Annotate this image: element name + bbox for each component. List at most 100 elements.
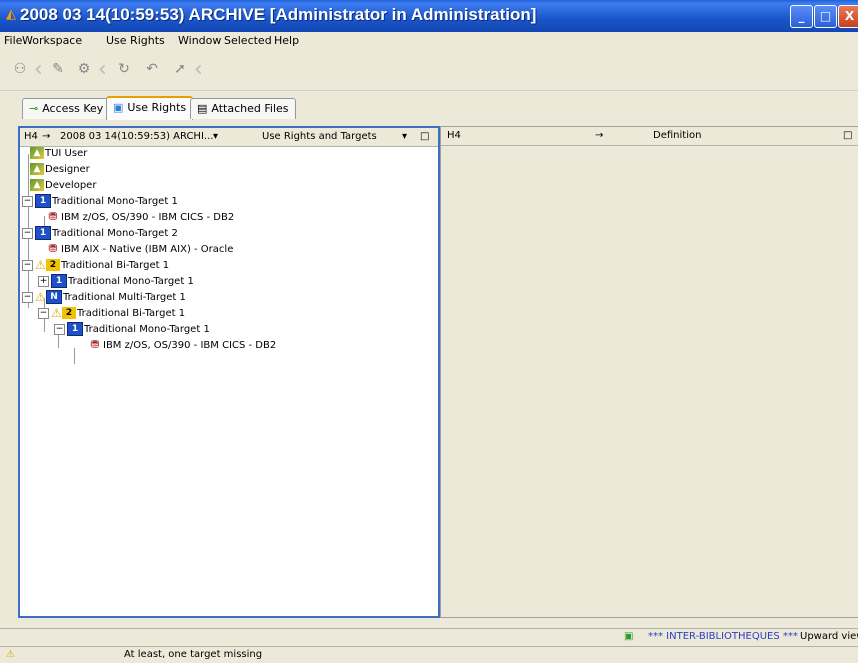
user-icon: ▲: [30, 163, 44, 175]
tree-item[interactable]: ▲ Developer: [30, 178, 96, 194]
tree-item[interactable]: ⛃ IBM z/OS, OS/390 - IBM CICS - DB2: [46, 210, 234, 226]
user-icon: ▲: [30, 179, 44, 191]
collapse-toggle[interactable]: −: [38, 307, 49, 319]
tree-item[interactable]: −1 Traditional Mono-Target 1: [22, 194, 178, 210]
app-icon: ◭: [6, 7, 16, 22]
tree-item-label: IBM z/OS, OS/390 - IBM CICS - DB2: [103, 340, 277, 351]
arrow-right-icon[interactable]: →: [42, 131, 50, 142]
tree-item-label: Traditional Bi-Target 1: [77, 308, 186, 319]
undo-icon[interactable]: ↶: [142, 59, 162, 79]
toolbar: ⚇ ‹ ✎ ⚙ ‹ ↻ ↶ ➚ ‹: [0, 50, 858, 91]
menu-bar: File Workspace Use Rights Window Selecte…: [0, 32, 858, 50]
maximize-panel-icon[interactable]: □: [420, 131, 429, 142]
tree-item-label: Traditional Mono-Target 1: [84, 324, 210, 335]
tab-label: Use Rights: [127, 101, 187, 114]
warning-icon: ⚠: [51, 306, 62, 320]
right-panel-header: H4 → Definition □: [441, 127, 858, 146]
collapse-toggle[interactable]: −: [22, 259, 33, 271]
tree-item-label: Traditional Bi-Target 1: [61, 260, 170, 271]
expand-toggle[interactable]: +: [38, 275, 49, 287]
tab-strip: ⊸ Access Key ▣ Use Rights ▤ Attached Files: [0, 96, 858, 120]
tree-item[interactable]: ▲ Designer: [30, 162, 90, 178]
tree-item[interactable]: −1 Traditional Mono-Target 2: [22, 226, 178, 242]
menu-selected[interactable]: Selected: [224, 34, 272, 47]
toolbar-separator: ‹: [194, 57, 203, 82]
tree-item-label: Traditional Mono-Target 1: [68, 276, 194, 287]
toolbar-separator: ‹: [98, 57, 107, 82]
library-icon: ▣: [624, 631, 634, 642]
library-status: *** INTER-BIBLIOTHEQUES ***: [648, 631, 798, 642]
tree-guide-line: [44, 216, 45, 226]
warning-icon: ⚠: [35, 258, 46, 272]
database-icon: ⛃: [48, 242, 58, 255]
tree-item-label: Designer: [45, 164, 90, 175]
database-icon: ⛃: [90, 338, 100, 351]
tree-item[interactable]: −1 Traditional Mono-Target 1: [54, 322, 210, 338]
tree-item-label: TUI User: [45, 148, 88, 159]
title-bar: ◭ 2008 03 14(10:59:53) ARCHIVE [Administ…: [0, 0, 858, 32]
key-icon: ⊸: [29, 102, 39, 115]
tree-item-label: Developer: [45, 180, 97, 191]
refresh-icon[interactable]: ↻: [114, 59, 134, 79]
tree-item[interactable]: ⛃ IBM AIX - Native (IBM AIX) - Oracle: [46, 242, 233, 258]
close-button[interactable]: X: [838, 5, 858, 28]
collapse-toggle[interactable]: −: [22, 195, 33, 207]
network-icon[interactable]: ⚇: [10, 59, 30, 79]
toolbar-separator: ‹: [34, 57, 43, 82]
document-icon: ▤: [197, 102, 208, 115]
tree-item[interactable]: +1 Traditional Mono-Target 1: [38, 274, 194, 290]
tab-access-key[interactable]: ⊸ Access Key: [22, 98, 111, 119]
definition-panel: H4 → Definition □: [440, 126, 858, 618]
use-rights-tree-panel: H4 → 2008 03 14(10:59:53) ARCHI... ▾ Use…: [18, 126, 440, 618]
menu-file[interactable]: File: [4, 34, 22, 47]
chevron-down-icon[interactable]: ▾: [213, 131, 218, 142]
tab-attached-files[interactable]: ▤ Attached Files: [190, 98, 296, 119]
mono-target-icon: 1: [35, 194, 51, 208]
tree-item-label: Traditional Mono-Target 1: [52, 196, 178, 207]
pencil-icon[interactable]: ✎: [48, 59, 68, 79]
arrow-right-icon[interactable]: →: [595, 130, 603, 141]
status-message: At least, one target missing: [124, 649, 263, 660]
menu-window[interactable]: Window: [178, 34, 221, 47]
tree-item[interactable]: − ⚠ N Traditional Multi-Target 1: [22, 290, 186, 306]
tab-label: Attached Files: [211, 102, 289, 115]
database-icon: ⛃: [48, 210, 58, 223]
tree-item[interactable]: ⛃ IBM z/OS, OS/390 - IBM CICS - DB2: [88, 338, 276, 354]
warning-icon: ⚠: [35, 290, 46, 304]
mono-target-icon: 1: [51, 274, 67, 288]
collapse-toggle[interactable]: −: [54, 323, 65, 335]
window-title: 2008 03 14(10:59:53) ARCHIVE [Administra…: [20, 5, 537, 24]
mono-target-icon: 1: [35, 226, 51, 240]
menu-use-rights[interactable]: Use Rights: [106, 34, 165, 47]
tree-item-label: IBM z/OS, OS/390 - IBM CICS - DB2: [61, 212, 235, 223]
use-rights-icon: ▣: [113, 101, 124, 114]
tree-item[interactable]: ▲ TUI User: [30, 146, 87, 162]
settings-icon[interactable]: ⚙: [74, 59, 94, 79]
left-panel-header: H4 → 2008 03 14(10:59:53) ARCHI... ▾ Use…: [20, 128, 438, 147]
tree-item-label: IBM AIX - Native (IBM AIX) - Oracle: [61, 244, 234, 255]
minimize-button[interactable]: _: [790, 5, 813, 28]
maximize-panel-icon[interactable]: □: [843, 130, 852, 141]
menu-help[interactable]: Help: [274, 34, 299, 47]
status-bar-top: ▣ *** INTER-BIBLIOTHEQUES *** Upward vie…: [0, 628, 858, 645]
warning-icon: ⚠: [6, 649, 15, 660]
collapse-toggle[interactable]: −: [22, 291, 33, 303]
first-page-icon[interactable]: H4: [24, 131, 38, 142]
chevron-down-icon[interactable]: ▾: [402, 131, 407, 142]
pin-icon[interactable]: ➚: [170, 59, 190, 79]
maximize-button[interactable]: □: [814, 5, 837, 28]
tree-item[interactable]: − ⚠ 2 Traditional Bi-Target 1: [22, 258, 169, 274]
mono-target-icon: 1: [67, 322, 83, 336]
first-page-icon[interactable]: H4: [447, 130, 461, 141]
menu-workspace[interactable]: Workspace: [22, 34, 82, 47]
workspace-selector[interactable]: 2008 03 14(10:59:53) ARCHI...: [60, 131, 213, 142]
tab-use-rights[interactable]: ▣ Use Rights: [106, 96, 194, 120]
tree-guide-line: [74, 348, 75, 364]
tree-item[interactable]: − ⚠ 2 Traditional Bi-Target 1: [38, 306, 185, 322]
collapse-toggle[interactable]: −: [22, 227, 33, 239]
status-bar-bottom: ⚠ At least, one target missing: [0, 646, 858, 663]
view-status: Upward view: [800, 631, 858, 642]
view-select[interactable]: Use Rights and Targets: [262, 131, 377, 142]
tab-label: Access Key: [42, 102, 104, 115]
tree-item-label: Traditional Mono-Target 2: [52, 228, 178, 239]
